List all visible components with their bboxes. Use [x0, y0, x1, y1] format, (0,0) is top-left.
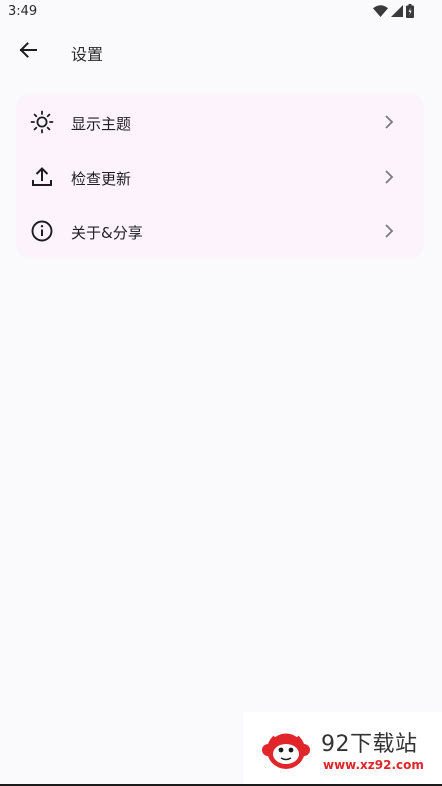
settings-item-label: 关于&分享	[71, 224, 143, 242]
info-icon	[31, 220, 53, 242]
settings-item-about[interactable]: 关于&分享	[16, 204, 424, 258]
chevron-right-icon	[385, 115, 394, 129]
settings-item-label: 检查更新	[71, 170, 132, 188]
back-button[interactable]	[12, 32, 44, 68]
chevron-right-icon	[385, 170, 394, 184]
settings-card: 显示主题 检查更新 关于&分享	[16, 94, 424, 258]
battery-icon	[406, 4, 414, 18]
page-title: 设置	[71, 45, 104, 64]
settings-item-theme[interactable]: 显示主题	[16, 95, 424, 149]
arrow-left-icon	[19, 42, 37, 58]
signal-icon	[391, 4, 403, 17]
status-icons	[373, 4, 414, 18]
chevron-right-icon	[385, 224, 394, 238]
settings-item-update[interactable]: 检查更新	[16, 150, 424, 204]
status-bar: 3:49	[0, 0, 442, 24]
watermark-title: 92下载站	[321, 732, 418, 757]
wifi-icon	[373, 4, 388, 17]
sun-icon	[30, 110, 54, 134]
watermark: 92下载站 www.xz92.com	[243, 712, 442, 786]
status-time: 3:49	[8, 4, 38, 19]
app-bar: 设置	[0, 24, 442, 78]
settings-item-label: 显示主题	[71, 115, 132, 133]
settings-screen: 3:49 设置 显示主题 检查更新 关于&分享 92下载站 www.xz92.c…	[0, 0, 442, 786]
monkey-logo-icon	[262, 730, 310, 769]
upload-icon	[32, 167, 52, 186]
watermark-url: www.xz92.com	[323, 758, 424, 772]
